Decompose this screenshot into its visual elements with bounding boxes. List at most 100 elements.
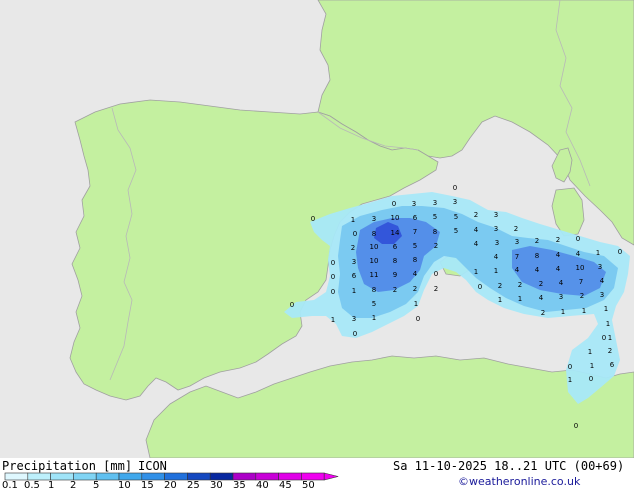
precip-value-label: 4 bbox=[556, 265, 561, 273]
precip-value-label: 1 bbox=[582, 307, 586, 315]
precip-value-label: 0 bbox=[392, 200, 396, 208]
precip-value-label: 1 bbox=[498, 296, 502, 304]
legend-tick-label: 20 bbox=[164, 480, 177, 491]
precip-value-label: 0 bbox=[331, 259, 335, 267]
precip-value-label: 9 bbox=[393, 271, 397, 279]
precip-value-label: 1 bbox=[518, 295, 522, 303]
precip-value-label: 0 bbox=[311, 215, 315, 223]
precip-value-label: 2 bbox=[474, 211, 478, 219]
precip-value-label: 2 bbox=[514, 225, 518, 233]
precip-value-label: 4 bbox=[474, 226, 479, 234]
legend-tick-label: 25 bbox=[187, 480, 200, 491]
precip-value-label: 1 bbox=[561, 308, 565, 316]
legend-swatch bbox=[187, 472, 211, 481]
precip-value-label: 4 bbox=[559, 279, 564, 287]
precip-value-label: 2 bbox=[541, 309, 545, 317]
precip-value-label: 1 bbox=[568, 376, 572, 384]
legend-swatch bbox=[232, 472, 257, 481]
legend-swatch bbox=[164, 472, 188, 481]
legend-swatch bbox=[209, 472, 234, 481]
precip-value-label: 2 bbox=[608, 347, 612, 355]
precip-value-label: 10 bbox=[576, 264, 585, 272]
precip-value-label: 7 bbox=[413, 228, 417, 236]
precip-value-label: 0 bbox=[331, 273, 335, 281]
legend-tick-label: 15 bbox=[141, 480, 154, 491]
legend-swatch bbox=[118, 472, 143, 481]
precip-value-label: 0 bbox=[568, 363, 572, 371]
precip-value-label: 3 bbox=[494, 225, 498, 233]
precip-value-label: 3 bbox=[433, 199, 437, 207]
legend-tick-label: 5 bbox=[93, 480, 100, 491]
legend-tick-label: 45 bbox=[279, 480, 292, 491]
precip-value-label: 0 bbox=[453, 184, 457, 192]
precip-value-label: 0 bbox=[602, 334, 606, 342]
precip-value-label: 1 bbox=[414, 300, 418, 308]
precip-value-label: 2 bbox=[393, 286, 397, 294]
valid-time: Sa 11-10-2025 18..21 UTC (00+69) bbox=[393, 459, 625, 473]
precip-value-label: 6 bbox=[352, 272, 357, 280]
precip-value-label: 4 bbox=[535, 266, 540, 274]
precip-value-label: 3 bbox=[494, 211, 498, 219]
precip-value-label: 7 bbox=[515, 253, 519, 261]
map-title: Precipitation [mm] bbox=[2, 459, 133, 473]
precip-value-label: 0 bbox=[353, 230, 357, 238]
precip-value-label: 5 bbox=[413, 242, 417, 250]
precip-value-label: 1 bbox=[474, 268, 478, 276]
legend-tick-label: 35 bbox=[233, 480, 246, 491]
precip-value-label: 2 bbox=[518, 281, 522, 289]
precip-value-label: 5 bbox=[454, 227, 458, 235]
precip-value-label: 3 bbox=[352, 258, 356, 266]
precip-value-label: 0 bbox=[478, 283, 482, 291]
precip-value-label: 3 bbox=[495, 239, 499, 247]
legend-tick-label: 10 bbox=[118, 480, 131, 491]
precip-value-label: 8 bbox=[413, 256, 417, 264]
precip-value-label: 8 bbox=[372, 230, 376, 238]
precip-value-label: 6 bbox=[610, 361, 615, 369]
precip-value-label: 3 bbox=[352, 315, 356, 323]
precip-value-label: 1 bbox=[606, 320, 610, 328]
precip-value-label: 0 bbox=[416, 315, 420, 323]
legend-arrow bbox=[323, 472, 339, 481]
precip-value-label: 5 bbox=[433, 213, 437, 221]
precip-value-label: 6 bbox=[393, 243, 398, 251]
legend-swatch bbox=[255, 472, 279, 481]
precipitation-map: 0 0 1 3 10 6 5 5 2 3 0 3 3 3 0 8 14 7 8 5 4 3 2 2 10 6 5 2 4 3 3 2 2 0 0 3 1… bbox=[0, 0, 634, 459]
precip-value-label: 4 bbox=[413, 270, 418, 278]
legend-swatch bbox=[73, 472, 97, 481]
precip-value-label: 3 bbox=[559, 293, 563, 301]
precip-value-label: 3 bbox=[600, 291, 604, 299]
precip-value-label: 1 bbox=[604, 305, 608, 313]
precip-value-label: 0 bbox=[618, 248, 622, 256]
legend-tick-label: 50 bbox=[302, 480, 315, 491]
precip-value-label: 1 bbox=[351, 216, 355, 224]
precip-value-label: 4 bbox=[515, 266, 520, 274]
precip-value-label: 3 bbox=[453, 198, 457, 206]
legend-swatch bbox=[27, 472, 51, 481]
precip-value-label: 1 bbox=[596, 249, 600, 257]
precip-value-label: 3 bbox=[412, 200, 416, 208]
legend-swatch bbox=[95, 472, 120, 481]
credit-link[interactable]: ©weatheronline.co.uk bbox=[458, 475, 580, 488]
precip-value-label: 1 bbox=[494, 267, 498, 275]
legend-swatch bbox=[4, 472, 29, 481]
precip-value-label: 6 bbox=[413, 214, 418, 222]
precip-value-label: 0 bbox=[589, 375, 593, 383]
precip-value-label: 2 bbox=[539, 280, 543, 288]
legend-tick-label: 40 bbox=[256, 480, 269, 491]
precip-value-label: 8 bbox=[535, 252, 539, 260]
legend-tick-label: 0.5 bbox=[24, 480, 40, 491]
precip-value-label: 3 bbox=[515, 238, 519, 246]
precip-value-label: 0 bbox=[290, 301, 294, 309]
precip-value-label: 2 bbox=[580, 292, 584, 300]
precip-value-label: 8 bbox=[433, 228, 437, 236]
precip-value-label: 2 bbox=[535, 237, 539, 245]
precip-value-label: 11 bbox=[370, 271, 379, 279]
precip-value-label: 7 bbox=[579, 278, 583, 286]
legend-swatch bbox=[278, 472, 302, 481]
precip-value-label: 0 bbox=[434, 270, 438, 278]
precip-value-label: 4 bbox=[494, 253, 499, 261]
precip-value-label: 1 bbox=[372, 314, 376, 322]
precip-value-label: 8 bbox=[393, 257, 397, 265]
precip-value-label: 3 bbox=[598, 263, 602, 271]
precip-value-label: 3 bbox=[372, 215, 376, 223]
